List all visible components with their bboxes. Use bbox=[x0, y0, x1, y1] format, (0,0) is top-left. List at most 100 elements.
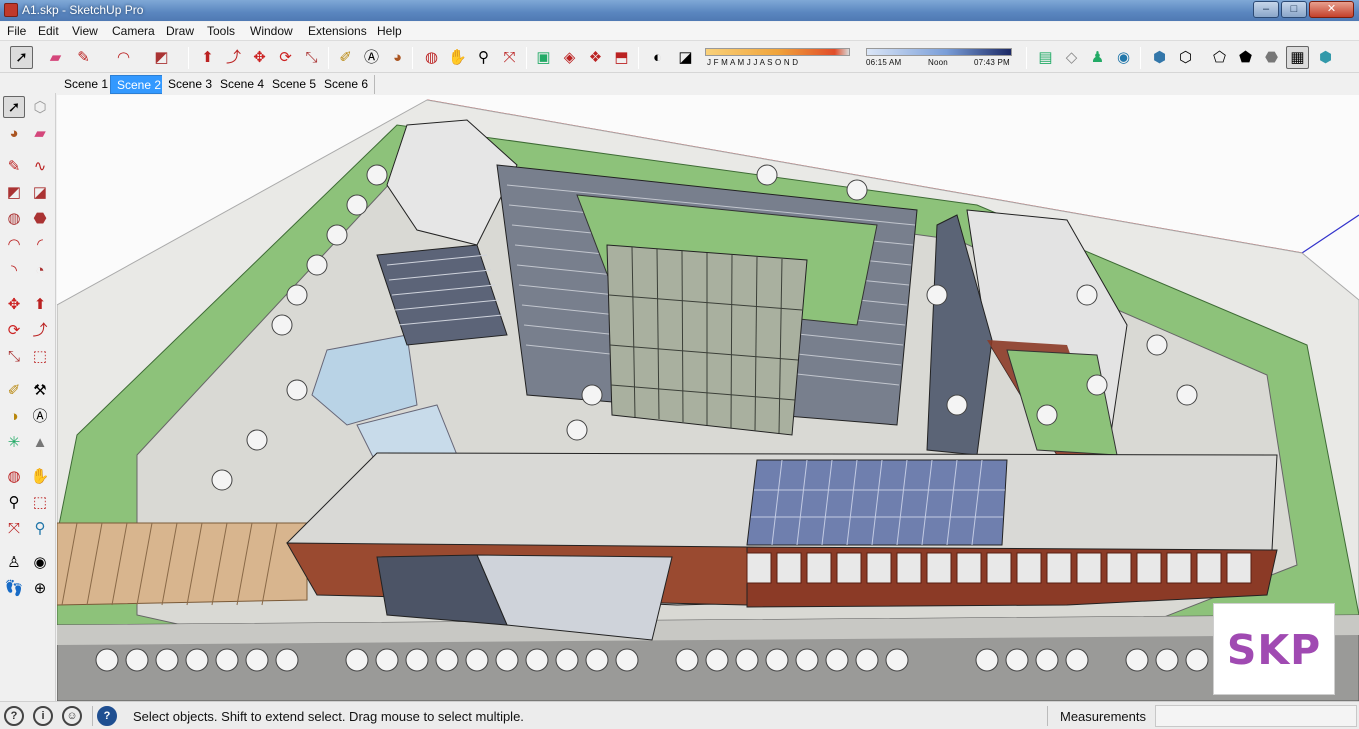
tab-scene-3[interactable]: Scene 3 bbox=[162, 75, 220, 94]
shaded-style-icon[interactable]: ⬣ bbox=[1260, 46, 1283, 69]
geolocation-icon[interactable]: ? bbox=[4, 706, 24, 726]
menu-draw[interactable]: Draw bbox=[166, 24, 194, 38]
back-edges-style-icon[interactable]: ⬡ bbox=[1174, 46, 1197, 69]
axes-icon[interactable]: ✳ bbox=[3, 431, 25, 453]
shadows-toggle-icon[interactable]: ◐ bbox=[646, 46, 669, 69]
hidden-line-style-icon[interactable]: ⬟ bbox=[1234, 46, 1257, 69]
arc-icon[interactable]: ◠ bbox=[3, 233, 25, 255]
menu-file[interactable]: File bbox=[7, 24, 26, 38]
menu-view[interactable]: View bbox=[72, 24, 98, 38]
fog-toggle-icon[interactable]: ◪ bbox=[674, 46, 697, 69]
sign-in-icon[interactable]: ☺ bbox=[62, 706, 82, 726]
rotate-tool-icon[interactable]: ⟳ bbox=[274, 46, 297, 69]
eraser-tool-icon[interactable]: ▰ bbox=[44, 46, 67, 69]
text-tool-icon[interactable]: Ⓐ bbox=[360, 46, 383, 69]
get-models-icon[interactable]: ▤ bbox=[1034, 46, 1057, 69]
shaded-textures-style-icon[interactable]: ▦ bbox=[1286, 46, 1309, 69]
follow-me-tool-icon[interactable]: ⤴ bbox=[222, 46, 245, 69]
scale-icon[interactable]: ⤡ bbox=[3, 345, 25, 367]
monochrome-style-icon[interactable]: ⬢ bbox=[1314, 46, 1337, 69]
move-icon[interactable]: ✥ bbox=[3, 293, 25, 315]
share-model-icon[interactable]: ◈ bbox=[558, 46, 581, 69]
eraser-icon[interactable]: ▰ bbox=[29, 122, 51, 144]
zoom-extents-icon[interactable]: ⤧ bbox=[498, 46, 521, 69]
menu-extensions[interactable]: Extensions bbox=[308, 24, 367, 38]
push-pull-icon[interactable]: ⬆ bbox=[29, 293, 51, 315]
arc-tool-icon[interactable]: ◠ bbox=[112, 46, 135, 69]
paint-bucket-icon[interactable]: ◕ bbox=[386, 46, 409, 69]
position-camera-icon[interactable]: ♙ bbox=[3, 551, 25, 573]
3d-warehouse-icon[interactable]: ▣ bbox=[532, 46, 555, 69]
menu-window[interactable]: Window bbox=[250, 24, 293, 38]
xray-style-icon[interactable]: ⬢ bbox=[1148, 46, 1171, 69]
offset-icon[interactable]: ⬚ bbox=[29, 345, 51, 367]
credits-icon[interactable]: i bbox=[33, 706, 53, 726]
push-pull-tool-icon[interactable]: ⬆ bbox=[196, 46, 219, 69]
extension-warehouse-icon[interactable]: ⬒ bbox=[610, 46, 633, 69]
zoom-tool-icon[interactable]: ⚲ bbox=[472, 46, 495, 69]
line-icon[interactable]: ✎ bbox=[3, 155, 25, 177]
rectangle-tool-icon[interactable]: ◩ bbox=[150, 46, 173, 69]
tab-scene-4[interactable]: Scene 4 bbox=[214, 75, 272, 94]
wireframe-style-icon[interactable]: ⬠ bbox=[1208, 46, 1231, 69]
minimize-button[interactable]: – bbox=[1253, 1, 1279, 18]
menu-help[interactable]: Help bbox=[377, 24, 402, 38]
model-viewport[interactable] bbox=[57, 95, 1359, 701]
tape-measure-icon[interactable]: ✐ bbox=[334, 46, 357, 69]
menu-tools[interactable]: Tools bbox=[207, 24, 235, 38]
section-plane-icon[interactable]: ⊕ bbox=[29, 577, 51, 599]
circle-icon[interactable]: ◍ bbox=[3, 207, 25, 229]
zoom-icon[interactable]: ⚲ bbox=[3, 491, 25, 513]
menu-camera[interactable]: Camera bbox=[112, 24, 155, 38]
select-icon[interactable]: ➚ bbox=[3, 96, 25, 118]
toolbar-separator bbox=[638, 47, 639, 69]
line-tool-icon[interactable]: ✎ bbox=[72, 46, 95, 69]
polygon-icon[interactable]: ⬣ bbox=[29, 207, 51, 229]
toolbar-separator bbox=[526, 47, 527, 69]
shadow-time-slider[interactable] bbox=[866, 48, 1012, 56]
menu-edit[interactable]: Edit bbox=[38, 24, 59, 38]
tab-scene-1[interactable]: Scene 1 bbox=[58, 75, 116, 94]
orbit-tool-icon[interactable]: ◍ bbox=[420, 46, 443, 69]
protractor-icon[interactable]: ◑ bbox=[3, 405, 25, 427]
previous-view-icon[interactable]: ⚲ bbox=[29, 517, 51, 539]
shadow-date-slider[interactable] bbox=[705, 48, 850, 56]
pie-icon[interactable]: ◔ bbox=[29, 259, 51, 281]
dimension-icon[interactable]: ⚒ bbox=[29, 379, 51, 401]
rotate-icon[interactable]: ⟳ bbox=[3, 319, 25, 341]
shadow-time-mid: Noon bbox=[928, 58, 948, 67]
pan-tool-icon[interactable]: ✋ bbox=[446, 46, 469, 69]
section-plane-icon[interactable]: ◇ bbox=[1060, 46, 1083, 69]
measurements-input[interactable] bbox=[1155, 705, 1357, 727]
look-around-icon[interactable]: ◉ bbox=[29, 551, 51, 573]
walk-icon[interactable]: 👣 bbox=[3, 577, 25, 599]
google-earth-icon[interactable]: ◉ bbox=[1112, 46, 1135, 69]
make-component-icon[interactable]: ⬡ bbox=[29, 96, 51, 118]
tape-measure-icon[interactable]: ✐ bbox=[3, 379, 25, 401]
move-tool-icon[interactable]: ✥ bbox=[248, 46, 271, 69]
tab-scene-5[interactable]: Scene 5 bbox=[266, 75, 324, 94]
text-icon[interactable]: Ⓐ bbox=[29, 405, 51, 427]
two-point-arc-icon[interactable]: ◜ bbox=[29, 233, 51, 255]
select-tool-icon[interactable]: ➚ bbox=[10, 46, 33, 69]
pan-icon[interactable]: ✋ bbox=[29, 465, 51, 487]
freehand-icon[interactable]: ∿ bbox=[29, 155, 51, 177]
sketchup-app-icon[interactable] bbox=[4, 3, 18, 17]
components-icon[interactable]: ❖ bbox=[584, 46, 607, 69]
zoom-extents-icon[interactable]: ⤧ bbox=[3, 517, 25, 539]
rectangle-icon[interactable]: ◩ bbox=[3, 181, 25, 203]
follow-me-icon[interactable]: ⤴ bbox=[29, 319, 51, 341]
3d-text-icon[interactable]: ▲ bbox=[29, 431, 51, 453]
maximize-button[interactable]: □ bbox=[1281, 1, 1307, 18]
paint-bucket-icon[interactable]: ◕ bbox=[3, 122, 25, 144]
tab-scene-6[interactable]: Scene 6 bbox=[318, 75, 376, 94]
zoom-window-icon[interactable]: ⬚ bbox=[29, 491, 51, 513]
orbit-icon[interactable]: ◍ bbox=[3, 465, 25, 487]
instructor-help-icon[interactable]: ? bbox=[97, 706, 117, 726]
three-point-arc-icon[interactable]: ◝ bbox=[3, 259, 25, 281]
close-button[interactable]: ✕ bbox=[1309, 1, 1354, 18]
scale-tool-icon[interactable]: ⤡ bbox=[300, 46, 323, 69]
rotated-rectangle-icon[interactable]: ◪ bbox=[29, 181, 51, 203]
add-location-icon[interactable]: ♟ bbox=[1086, 46, 1109, 69]
tab-scene-2[interactable]: Scene 2 bbox=[110, 75, 169, 94]
